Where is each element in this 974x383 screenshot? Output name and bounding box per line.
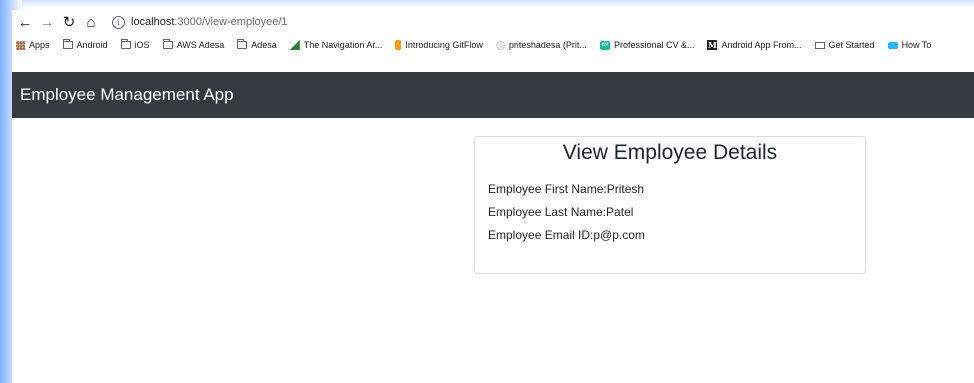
navigation-favicon-icon — [289, 40, 300, 50]
how-to-favicon-icon — [887, 41, 898, 49]
employee-last-name: Employee Last Name:Patel — [488, 205, 634, 219]
info-icon[interactable]: i — [112, 15, 125, 29]
bookmark-label: The Navigation Ar... — [303, 40, 383, 50]
bookmark-aws-adesa[interactable]: AWS Adesa — [162, 39, 225, 50]
bookmark-android[interactable]: Android — [62, 39, 108, 50]
bookmark-android-app[interactable]: M Android App From... — [707, 40, 802, 50]
card-title: View Employee Details — [562, 141, 778, 164]
bookmark-cv[interactable]: cv Professional CV &... — [599, 40, 695, 50]
bookmark-ios[interactable]: iOS — [120, 39, 150, 50]
bookmark-how-to[interactable]: How To — [887, 40, 932, 50]
browser-toolbar: ← → ↻ ⌂ i localhost:3000/view-employee/1 — [12, 10, 974, 34]
app-brand[interactable]: Employee Management App — [20, 85, 234, 105]
bookmark-label: priteshadesa (Prit... — [508, 40, 587, 50]
bookmark-label: How To — [901, 40, 932, 50]
bookmark-gitflow[interactable]: Introducing GitFlow — [395, 40, 483, 50]
card-body: Employee First Name:Pritesh Employee Las… — [475, 178, 865, 247]
folder-icon — [62, 39, 73, 49]
url-path: :3000/view-employee/1 — [174, 16, 288, 28]
bookmark-label: iOS — [134, 40, 150, 50]
bookmark-label: Professional CV &... — [613, 40, 695, 50]
employee-first-name: Employee First Name:Pritesh — [488, 182, 645, 196]
employee-email: Employee Email ID:p@p.com — [488, 228, 645, 242]
bookmark-label: Adesa — [251, 40, 277, 50]
bookmark-github[interactable]: priteshadesa (Prit... — [495, 40, 587, 50]
forward-arrow-icon[interactable]: → — [38, 13, 56, 31]
bookmarks-bar: Apps Android iOS AWS Adesa Adesa The Nav… — [12, 34, 974, 56]
gitflow-favicon-icon — [395, 40, 402, 50]
bookmark-navigation[interactable]: The Navigation Ar... — [289, 40, 383, 50]
folder-icon — [237, 39, 248, 49]
bookmark-label: Android — [76, 40, 108, 50]
github-icon — [495, 40, 505, 50]
bookmark-apps[interactable]: Apps — [16, 40, 50, 50]
back-arrow-icon[interactable]: ← — [16, 13, 34, 31]
screen-glow-top — [0, 0, 974, 8]
employee-details-card: View Employee Details Employee First Nam… — [474, 136, 866, 274]
bookmark-label: Get Started — [828, 40, 875, 50]
reload-icon[interactable]: ↻ — [60, 13, 78, 31]
home-icon[interactable]: ⌂ — [82, 13, 100, 31]
medium-icon: M — [707, 40, 718, 50]
folder-icon — [162, 39, 173, 49]
bookmark-label: Android App From... — [721, 40, 802, 50]
folder-icon — [120, 39, 131, 49]
bookmark-label: Introducing GitFlow — [405, 40, 483, 50]
bookmark-label: Apps — [29, 40, 50, 50]
app-navbar: Employee Management App — [12, 72, 974, 118]
bookmark-adesa[interactable]: Adesa — [237, 39, 277, 50]
bookmark-label: AWS Adesa — [176, 40, 225, 50]
address-bar[interactable]: i localhost:3000/view-employee/1 — [112, 15, 288, 29]
cv-favicon-icon: cv — [599, 40, 610, 50]
bookmark-get-started[interactable]: Get Started — [814, 40, 875, 50]
url-host: localhost — [131, 16, 175, 28]
get-started-favicon-icon — [814, 41, 825, 49]
apps-grid-icon — [16, 40, 25, 50]
browser-window: ← → ↻ ⌂ i localhost:3000/view-employee/1… — [12, 10, 974, 383]
